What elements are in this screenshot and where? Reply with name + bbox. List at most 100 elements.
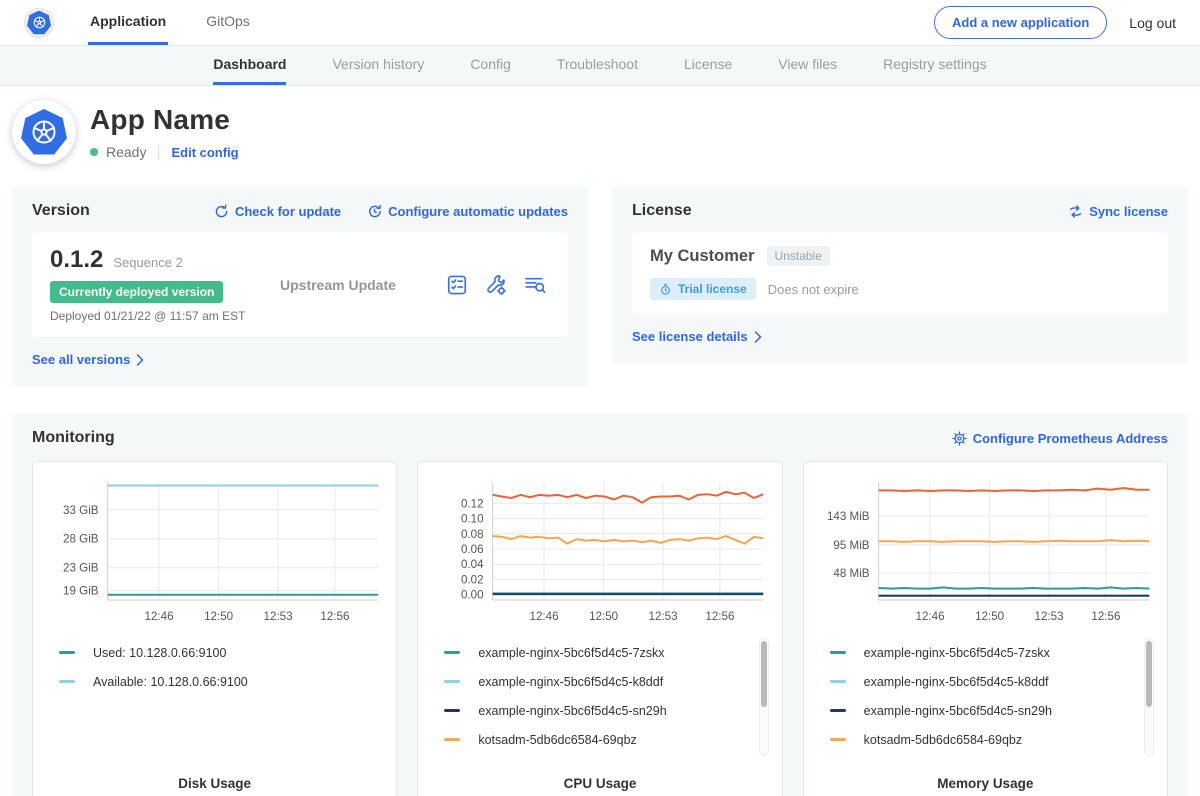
sequence-label: Sequence 2: [113, 255, 182, 270]
see-all-versions-link[interactable]: See all versions: [32, 352, 144, 367]
license-card-title: License: [632, 202, 692, 220]
legend-item: kotsadm-5db6dc6584-69qbz: [444, 725, 753, 754]
status-text: Ready: [106, 144, 146, 160]
trial-license-badge: Trial license: [650, 278, 756, 300]
stopwatch-icon: [659, 283, 672, 296]
legend-item: example-nginx-5bc6f5d4c5-sn29h: [444, 696, 753, 725]
topnav-tab-application[interactable]: Application: [88, 0, 168, 45]
tab-version-history[interactable]: Version history: [332, 46, 424, 85]
monitoring-title: Monitoring: [32, 429, 115, 447]
edit-config-link[interactable]: Edit config: [171, 145, 238, 160]
svg-text:19 GiB: 19 GiB: [63, 586, 99, 598]
edit-config-icon[interactable]: [485, 274, 507, 296]
svg-text:0.04: 0.04: [461, 559, 484, 571]
svg-text:143 MiB: 143 MiB: [827, 511, 870, 523]
page-title: App Name: [90, 104, 239, 136]
gear-icon: [952, 431, 967, 446]
chevron-right-icon: [754, 331, 762, 343]
cpu-usage-legend: example-nginx-5bc6f5d4c5-7zskxexample-ng…: [444, 638, 753, 754]
update-type-label: Upstream Update: [280, 277, 446, 293]
deployed-timestamp: Deployed 01/21/22 @ 11:57 am EST: [50, 309, 280, 323]
tab-config[interactable]: Config: [470, 46, 510, 85]
tab-registry-settings[interactable]: Registry settings: [883, 46, 986, 85]
legend-item: example-nginx-5bc6f5d4c5-sn29h: [830, 696, 1139, 725]
chart-title: CPU Usage: [428, 776, 771, 791]
svg-text:12:50: 12:50: [975, 611, 1004, 623]
top-navbar: Application GitOps Add a new application…: [0, 0, 1200, 46]
svg-text:12:53: 12:53: [1034, 611, 1063, 623]
deployed-badge: Currently deployed version: [50, 281, 223, 303]
legend-item: Available: 10.128.0.66:9100: [59, 667, 368, 696]
svg-text:0.08: 0.08: [461, 529, 484, 541]
legend-item: Used: 10.128.0.66:9100: [59, 638, 368, 667]
version-card-title: Version: [32, 202, 90, 220]
app-logo: [12, 100, 76, 164]
kubernetes-logo: [24, 0, 54, 45]
disk-usage-chart-card: 33 GiB 28 GiB 23 GiB 19 GiB 12:46 12:50 12:53 1…: [32, 461, 397, 796]
svg-text:12:46: 12:46: [145, 611, 174, 623]
refresh-icon: [214, 204, 229, 219]
tab-troubleshoot[interactable]: Troubleshoot: [557, 46, 638, 85]
sync-icon: [1068, 204, 1083, 219]
legend-item: example-nginx-5bc6f5d4c5-k8ddf: [444, 667, 753, 696]
svg-text:12:53: 12:53: [264, 611, 293, 623]
app-header: App Name Ready Edit config: [0, 86, 1200, 180]
svg-text:33 GiB: 33 GiB: [63, 505, 99, 517]
kubernetes-wheel-icon: [32, 15, 47, 30]
svg-text:12:56: 12:56: [706, 611, 735, 623]
logout-button[interactable]: Log out: [1129, 15, 1176, 31]
svg-text:0.06: 0.06: [461, 544, 484, 556]
svg-text:0.02: 0.02: [461, 574, 484, 586]
app-subnav: Dashboard Version history Config Trouble…: [0, 46, 1200, 86]
sync-license-link[interactable]: Sync license: [1068, 204, 1168, 219]
tab-dashboard[interactable]: Dashboard: [213, 46, 286, 85]
svg-text:12:56: 12:56: [320, 611, 349, 623]
chevron-right-icon: [136, 354, 144, 366]
status-dot: [90, 148, 98, 156]
chart-title: Disk Usage: [43, 776, 386, 791]
license-card: License Sync license My Customer Unstabl…: [612, 186, 1188, 364]
svg-text:23 GiB: 23 GiB: [63, 563, 99, 575]
svg-text:28 GiB: 28 GiB: [63, 534, 99, 546]
cpu-usage-plot: 0.120.100.080.060.040.020.0012:4612:5012…: [428, 474, 771, 626]
configure-automatic-updates-link[interactable]: Configure automatic updates: [367, 204, 568, 219]
license-summary-row: My Customer Unstable Trial license Does …: [632, 232, 1168, 314]
license-expiry-text: Does not expire: [768, 282, 859, 297]
legend-item: example-nginx-5bc6f5d4c5-7zskx: [830, 638, 1139, 667]
check-for-update-link[interactable]: Check for update: [214, 204, 341, 219]
divider: [158, 145, 159, 159]
schedule-icon: [367, 204, 382, 219]
legend-item: example-nginx-5bc6f5d4c5-7zskx: [444, 638, 753, 667]
svg-text:48 MiB: 48 MiB: [833, 568, 869, 580]
svg-text:0.00: 0.00: [461, 590, 484, 602]
current-version-row: 0.1.2 Sequence 2 Currently deployed vers…: [32, 232, 568, 337]
svg-text:0.10: 0.10: [461, 514, 484, 526]
channel-badge: Unstable: [767, 246, 830, 266]
svg-text:0.12: 0.12: [461, 498, 484, 510]
legend-scrollbar[interactable]: [1144, 638, 1154, 756]
topnav-tab-gitops[interactable]: GitOps: [204, 0, 252, 45]
tab-view-files[interactable]: View files: [778, 46, 837, 85]
legend-item: example-nginx-5bc6f5d4c5-k8ddf: [830, 667, 1139, 696]
memory-usage-plot: 143 MiB95 MiB48 MiB12:4612:5012:5312:56: [814, 474, 1157, 626]
svg-text:12:46: 12:46: [915, 611, 944, 623]
tab-license[interactable]: License: [684, 46, 732, 85]
kubernetes-wheel-icon: [29, 117, 59, 147]
see-license-details-link[interactable]: See license details: [632, 329, 762, 344]
customer-name: My Customer: [650, 247, 755, 266]
memory-usage-chart-card: 143 MiB95 MiB48 MiB12:4612:5012:5312:56 …: [803, 461, 1168, 796]
legend-item: kotsadm-5db6dc6584-69qbz: [830, 725, 1139, 754]
cpu-usage-chart-card: 0.120.100.080.060.040.020.0012:4612:5012…: [417, 461, 782, 796]
svg-text:12:46: 12:46: [530, 611, 559, 623]
legend-scrollbar[interactable]: [759, 638, 769, 756]
preflight-checks-icon[interactable]: [446, 274, 468, 296]
disk-usage-legend: Used: 10.128.0.66:9100Available: 10.128.…: [59, 638, 368, 696]
configure-prometheus-link[interactable]: Configure Prometheus Address: [952, 431, 1168, 446]
add-new-application-button[interactable]: Add a new application: [934, 6, 1107, 39]
version-number: 0.1.2: [50, 246, 103, 274]
svg-text:12:50: 12:50: [204, 611, 233, 623]
svg-text:12:53: 12:53: [649, 611, 678, 623]
chart-title: Memory Usage: [814, 776, 1157, 791]
svg-text:95 MiB: 95 MiB: [833, 540, 869, 552]
view-release-notes-icon[interactable]: [524, 274, 546, 296]
